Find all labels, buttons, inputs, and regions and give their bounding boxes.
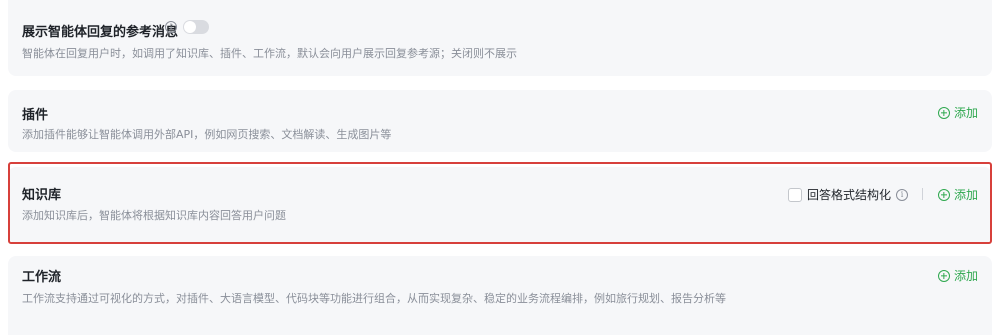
- add-workflow-label: 添加: [953, 269, 978, 283]
- reference-message-controls: i: [165, 20, 209, 34]
- add-workflow-button[interactable]: 添加: [937, 267, 978, 284]
- info-icon[interactable]: i: [896, 188, 908, 201]
- workflow-description: 工作流支持通过可视化的方式，对插件、大语言模型、代码块等功能进行组合，从而实现复…: [22, 292, 726, 305]
- knowledge-title: 知识库: [22, 188, 62, 203]
- info-icon[interactable]: i: [165, 21, 177, 33]
- reference-message-title: 展示智能体回复的参考消息: [22, 25, 179, 40]
- plus-circle-icon: [937, 106, 950, 119]
- structured-answer-label[interactable]: 回答格式结构化: [807, 186, 891, 203]
- knowledge-section: 知识库 添加知识库后，智能体将根据知识库内容回答用户问题 回答格式结构化 i 添…: [8, 167, 992, 243]
- agent-config-panel: 展示智能体回复的参考消息 i 智能体在回复用户时，如调用了知识库、插件、工作流，…: [0, 0, 1000, 335]
- add-knowledge-button[interactable]: 添加: [937, 186, 978, 203]
- workflow-section: 工作流 工作流支持通过可视化的方式，对插件、大语言模型、代码块等功能进行组合，从…: [8, 256, 992, 335]
- plugins-title: 插件: [22, 108, 49, 123]
- reference-message-toggle[interactable]: [183, 20, 209, 34]
- structured-answer-checkbox[interactable]: [787, 187, 802, 202]
- toggle-knob: [184, 21, 196, 33]
- add-plugin-label: 添加: [953, 106, 978, 120]
- plugins-description: 添加插件能够让智能体调用外部API，例如网页搜索、文档解读、生成图片等: [22, 128, 392, 141]
- reference-message-section: 展示智能体回复的参考消息 i 智能体在回复用户时，如调用了知识库、插件、工作流，…: [8, 0, 992, 76]
- knowledge-description: 添加知识库后，智能体将根据知识库内容回答用户问题: [22, 209, 286, 222]
- add-knowledge-label: 添加: [953, 188, 978, 202]
- workflow-title: 工作流: [22, 270, 62, 285]
- plugins-section: 插件 添加插件能够让智能体调用外部API，例如网页搜索、文档解读、生成图片等 添…: [8, 90, 992, 152]
- add-plugin-button[interactable]: 添加: [937, 104, 978, 121]
- plus-circle-icon: [937, 269, 950, 282]
- structured-answer-option: 回答格式结构化 i: [787, 186, 908, 203]
- reference-message-description: 智能体在回复用户时，如调用了知识库、插件、工作流，默认会向用户展示回复参考源；关…: [22, 47, 517, 60]
- plus-circle-icon: [937, 188, 950, 201]
- vertical-divider: [922, 188, 923, 200]
